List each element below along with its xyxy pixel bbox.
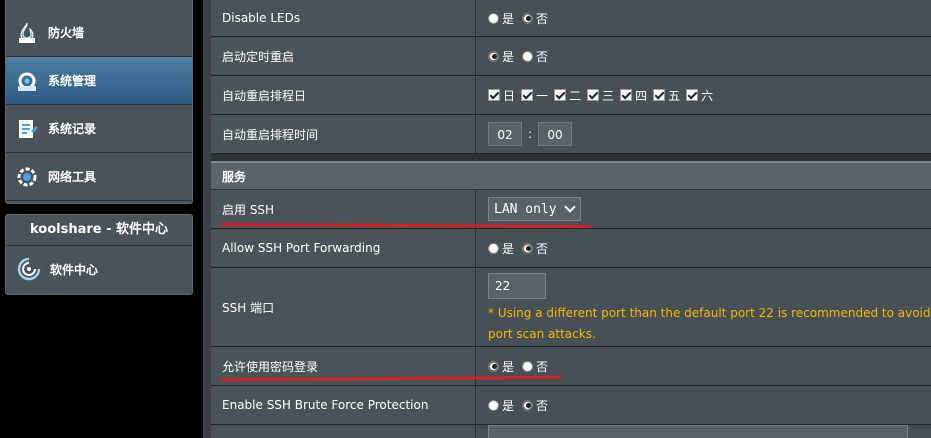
checkbox-label: 日 bbox=[503, 88, 516, 103]
sidebar-item-label: 网络工具 bbox=[48, 170, 97, 184]
disable-leds-yes-radio[interactable]: 是 bbox=[488, 10, 514, 27]
brute-force-yes-radio[interactable]: 是 bbox=[488, 397, 514, 414]
chevron-down-icon bbox=[564, 201, 576, 213]
checkbox-label: 二 bbox=[569, 88, 582, 103]
sidebar-item-label: 系统记录 bbox=[48, 122, 97, 136]
koolshare-panel: koolshare - 软件中心 软件中心 bbox=[5, 214, 193, 295]
radio-label: 否 bbox=[536, 359, 549, 374]
radio-label: 是 bbox=[502, 359, 515, 374]
checkbox-label: 六 bbox=[701, 88, 714, 103]
reboot-minute-input[interactable]: 00 bbox=[538, 122, 573, 146]
day-sun-checkbox[interactable]: 日 bbox=[488, 87, 515, 104]
row-brute-force: Enable SSH Brute Force Protection 是 否 bbox=[211, 386, 931, 425]
password-login-no-radio[interactable]: 否 bbox=[522, 358, 548, 375]
row-ssh-port: SSH 端口 22 * Using a different port than … bbox=[211, 268, 931, 347]
radio-label: 是 bbox=[502, 49, 515, 64]
sidebar-item-firewall[interactable]: 防火墙 bbox=[6, 9, 192, 57]
day-mon-checkbox[interactable]: 一 bbox=[521, 87, 548, 104]
scheduled-reboot-yes-radio[interactable]: 是 bbox=[488, 48, 514, 65]
koolshare-title: koolshare - 软件中心 bbox=[6, 215, 192, 246]
select-value: LAN only bbox=[494, 201, 557, 217]
brute-force-label: Enable SSH Brute Force Protection bbox=[211, 386, 476, 424]
sidebar-item-label: 防火墙 bbox=[48, 26, 85, 40]
sidebar: 防火墙 系统管理 系统记录 网络工具 koolshare - 软件中心 软件中心 bbox=[0, 0, 200, 438]
day-wed-checkbox[interactable]: 三 bbox=[587, 87, 614, 104]
ssh-port-forwarding-yes-radio[interactable]: 是 bbox=[488, 240, 514, 257]
software-center-label: 软件中心 bbox=[50, 262, 99, 277]
radio-label: 是 bbox=[502, 11, 515, 26]
panel-divider bbox=[203, 0, 211, 438]
ssh-port-input[interactable]: 22 bbox=[488, 273, 546, 299]
next-row-input[interactable] bbox=[488, 425, 908, 438]
time-separator: : bbox=[528, 127, 533, 141]
checkbox-label: 一 bbox=[536, 88, 549, 103]
sidebar-item-label: 系统管理 bbox=[48, 74, 97, 88]
disable-leds-label: Disable LEDs bbox=[211, 0, 476, 36]
settings-table: Disable LEDs 是 否 启动定时重启 是 否 自动重启排程日 日 一 … bbox=[211, 0, 931, 438]
reboot-time-label: 自动重启排程时间 bbox=[211, 115, 476, 153]
radio-label: 否 bbox=[536, 11, 549, 26]
checkbox-label: 五 bbox=[668, 88, 681, 103]
ssh-port-label: SSH 端口 bbox=[211, 268, 476, 346]
sidebar-item-software-center[interactable]: 软件中心 bbox=[6, 246, 192, 292]
row-disable-leds: Disable LEDs 是 否 bbox=[211, 0, 931, 37]
brute-force-no-radio[interactable]: 否 bbox=[522, 397, 548, 414]
system-log-icon bbox=[14, 116, 40, 142]
sidebar-item-system-log[interactable]: 系统记录 bbox=[6, 105, 192, 153]
row-scheduled-reboot: 启动定时重启 是 否 bbox=[211, 37, 931, 76]
radio-label: 是 bbox=[502, 241, 515, 256]
scheduled-reboot-no-radio[interactable]: 否 bbox=[522, 48, 548, 65]
radio-label: 否 bbox=[536, 241, 549, 256]
service-section-header: 服务 bbox=[211, 161, 931, 189]
reboot-days-label: 自动重启排程日 bbox=[211, 76, 476, 114]
checkbox-label: 三 bbox=[602, 88, 615, 103]
network-tools-icon bbox=[14, 164, 40, 190]
ssh-port-forwarding-no-radio[interactable]: 否 bbox=[522, 240, 548, 257]
row-reboot-time: 自动重启排程时间 02 : 00 bbox=[211, 115, 931, 154]
row-reboot-days: 自动重启排程日 日 一 二 三 四 五 六 bbox=[211, 76, 931, 115]
password-login-yes-radio[interactable]: 是 bbox=[488, 358, 514, 375]
row-ssh-port-forwarding: Allow SSH Port Forwarding 是 否 bbox=[211, 229, 931, 268]
ssh-port-forwarding-label: Allow SSH Port Forwarding bbox=[211, 229, 476, 267]
disable-leds-no-radio[interactable]: 否 bbox=[522, 10, 548, 27]
checkbox-label: 四 bbox=[635, 88, 648, 103]
day-tue-checkbox[interactable]: 二 bbox=[554, 87, 581, 104]
firewall-icon bbox=[14, 20, 40, 46]
software-center-icon bbox=[16, 256, 42, 282]
scheduled-reboot-label: 启动定时重启 bbox=[211, 37, 476, 75]
ssh-port-hint: * Using a different port than the defaul… bbox=[488, 306, 931, 341]
enable-ssh-select[interactable]: LAN only bbox=[488, 197, 581, 221]
radio-label: 否 bbox=[536, 49, 549, 64]
next-row-label bbox=[211, 425, 476, 438]
radio-label: 是 bbox=[502, 398, 515, 413]
radio-label: 否 bbox=[536, 398, 549, 413]
row-next-partial bbox=[211, 425, 931, 438]
system-admin-icon bbox=[14, 68, 40, 94]
day-fri-checkbox[interactable]: 五 bbox=[653, 87, 680, 104]
reboot-hour-input[interactable]: 02 bbox=[488, 122, 522, 146]
sidebar-item-system-admin[interactable]: 系统管理 bbox=[6, 57, 192, 105]
sidebar-item-network-tools[interactable]: 网络工具 bbox=[6, 153, 192, 201]
day-thu-checkbox[interactable]: 四 bbox=[620, 87, 647, 104]
nav-menu: 防火墙 系统管理 系统记录 网络工具 bbox=[5, 0, 193, 204]
day-sat-checkbox[interactable]: 六 bbox=[686, 87, 713, 104]
